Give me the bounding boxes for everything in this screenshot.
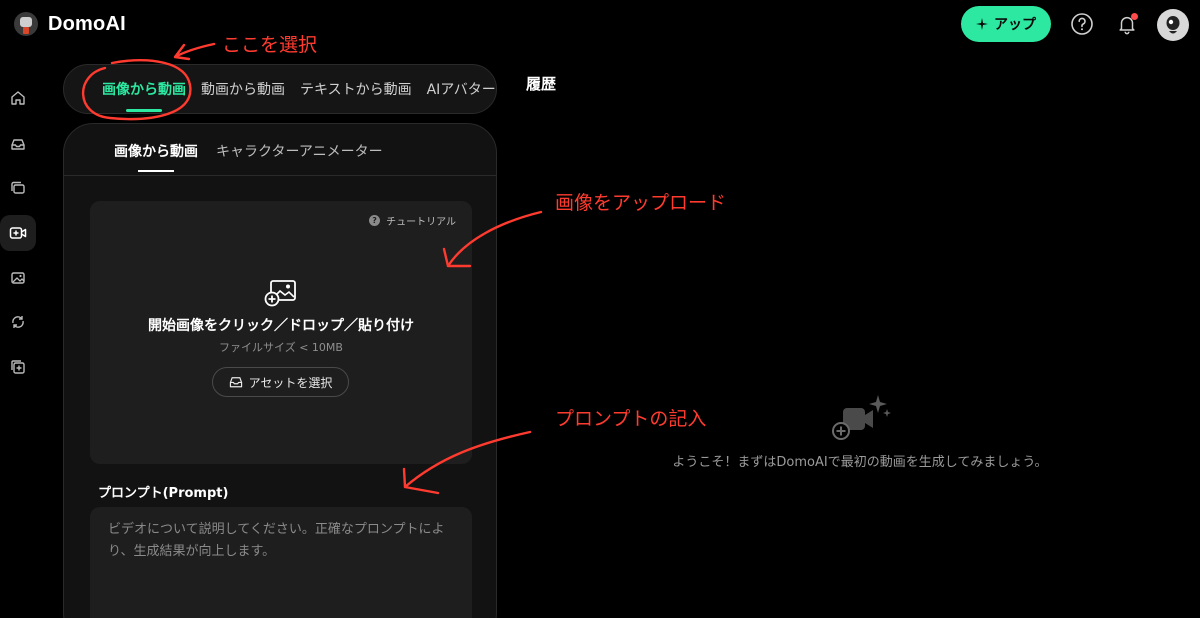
upload-size-hint: ファイルサイズ < 10MB (219, 341, 343, 354)
prompt-label: プロンプト(Prompt) (98, 486, 229, 501)
empty-state-message: ようこそ！まずはDomoAIで最初の動画を生成してみましょう。 (672, 455, 1048, 470)
transform-icon (12, 316, 24, 328)
gallery-icon (11, 181, 25, 194)
select-asset-button[interactable]: アセットを選択 (212, 367, 349, 397)
annotation-enter-prompt: プロンプトの記入 (555, 408, 707, 430)
add-video-sparkle-icon (832, 395, 891, 440)
robot-logo-icon (14, 12, 38, 36)
prompt-input[interactable] (90, 507, 472, 618)
sub-tabs: 画像から動画 キャラクターアニメーター (64, 124, 496, 176)
avatar[interactable] (1157, 9, 1189, 41)
generation-panel: 画像から動画 キャラクターアニメーター ? チュートリアル 開始画像をクリック／… (63, 123, 497, 618)
upgrade-label: アップ (994, 17, 1036, 33)
tutorial-label: チュートリアル (386, 217, 456, 228)
sidebar-item-transform[interactable] (0, 304, 36, 340)
video-camera-icon (9, 227, 27, 239)
inbox-icon (11, 139, 25, 150)
question-icon: ? (369, 215, 381, 226)
add-layer-icon (11, 360, 25, 374)
tab-image-to-video[interactable]: 画像から動画 (102, 79, 186, 112)
tab-text-to-video[interactable]: テキストから動画 (300, 79, 412, 99)
sidebar-item-inbox[interactable] (0, 126, 36, 162)
history-title: 履歴 (526, 75, 557, 93)
tab-ai-avatar[interactable]: AIアバター (427, 79, 496, 99)
bell-icon[interactable] (1115, 12, 1139, 36)
image-upload-dropzone[interactable]: ? チュートリアル 開始画像をクリック／ドロップ／貼り付け ファイルサイズ < … (90, 201, 472, 464)
subtab-character-animator[interactable]: キャラクターアニメーター (216, 141, 383, 161)
upgrade-button[interactable]: アップ (961, 6, 1051, 42)
tab-video-to-video[interactable]: 動画から動画 (201, 79, 285, 99)
home-icon (11, 91, 25, 105)
notification-dot (1131, 13, 1138, 20)
sidebar-item-gallery[interactable] (0, 170, 36, 206)
sidebar-item-video[interactable] (0, 215, 36, 251)
annotation-select-here: ここを選択 (222, 34, 318, 56)
annotation-upload-image: 画像をアップロード (555, 192, 727, 214)
sidebar-item-image[interactable] (0, 260, 36, 296)
help-icon[interactable] (1070, 12, 1094, 36)
mode-tabs: 画像から動画 動画から動画 テキストから動画 AIアバター (63, 64, 497, 114)
inbox-icon (229, 377, 242, 388)
image-icon (11, 272, 25, 284)
user-face-icon (1166, 16, 1180, 34)
subtab-image-to-video[interactable]: 画像から動画 (114, 141, 198, 172)
app-logo[interactable]: DomoAI (14, 12, 126, 36)
tutorial-link[interactable]: ? チュートリアル (369, 213, 456, 228)
sparkle-icon (976, 18, 988, 30)
sidebar-item-home[interactable] (0, 80, 36, 116)
app-name: DomoAI (48, 12, 126, 35)
add-image-icon (264, 280, 296, 307)
select-asset-label: アセットを選択 (248, 375, 333, 390)
upload-title: 開始画像をクリック／ドロップ／貼り付け (148, 318, 414, 334)
sidebar-item-add-layer[interactable] (0, 349, 36, 385)
